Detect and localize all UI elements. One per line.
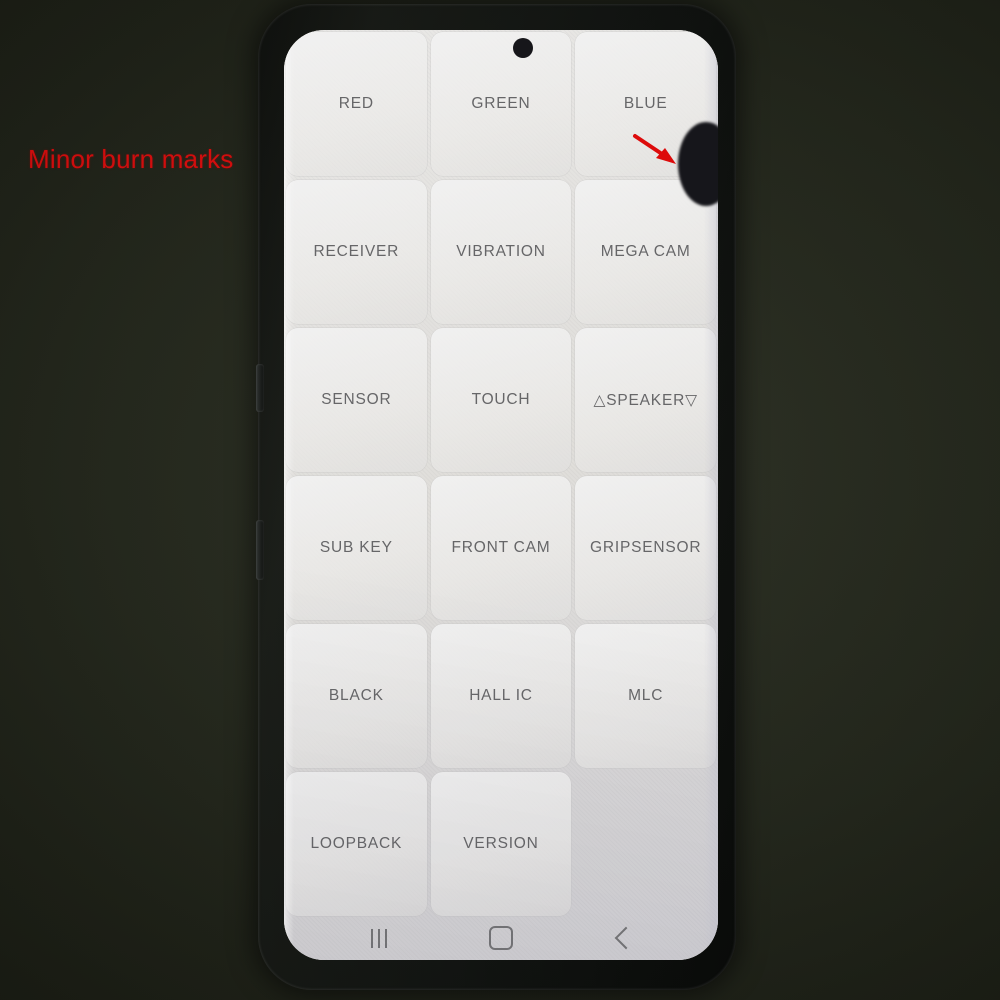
back-button[interactable] — [600, 918, 646, 958]
test-button-label: LOOPBACK — [310, 835, 403, 852]
test-button-label: △SPEAKER▽ — [593, 391, 698, 409]
test-button-front-cam[interactable]: FRONT CAM — [430, 476, 572, 620]
grid-cell-gripsensor[interactable]: GRIPSENSOR — [573, 474, 718, 622]
recents-button[interactable] — [356, 918, 402, 958]
test-button-label: SUB KEY — [319, 539, 393, 556]
grid-cell-sensor[interactable]: SENSOR — [284, 326, 429, 474]
home-icon — [489, 926, 513, 950]
grid-cell-red[interactable]: RED — [284, 30, 429, 178]
grid-cell-touch[interactable]: TOUCH — [429, 326, 574, 474]
test-button-label: VERSION — [463, 835, 539, 852]
test-button-speaker[interactable]: △SPEAKER▽ — [575, 328, 716, 472]
test-button-label: BLACK — [328, 687, 384, 704]
test-button-red[interactable]: RED — [286, 32, 427, 176]
test-button-label: RED — [338, 95, 374, 112]
arrow-pointer-icon — [633, 134, 676, 164]
grid-cell-sub-key[interactable]: SUB KEY — [284, 474, 429, 622]
test-button-label: VIBRATION — [456, 243, 546, 260]
grid-cell-version[interactable]: VERSION — [429, 770, 574, 918]
test-button-gripsensor[interactable]: GRIPSENSOR — [575, 476, 716, 620]
test-button-label: FRONT CAM — [451, 539, 551, 556]
test-button-version[interactable]: VERSION — [430, 772, 572, 916]
test-button-hall-ic[interactable]: HALL IC — [430, 624, 572, 768]
navigation-bar — [284, 918, 718, 960]
test-button-label: GREEN — [471, 95, 531, 112]
test-button-black[interactable]: BLACK — [286, 624, 427, 768]
punch-hole-camera-icon — [513, 38, 533, 58]
grid-cell-empty — [573, 770, 718, 918]
test-button-loopback[interactable]: LOOPBACK — [286, 772, 427, 916]
grid-cell-receiver[interactable]: RECEIVER — [284, 178, 429, 326]
power-button[interactable] — [256, 520, 264, 580]
grid-cell-hall-ic[interactable]: HALL IC — [429, 622, 574, 770]
test-button-label: HALL IC — [469, 687, 533, 704]
annotation-label: Minor burn marks — [28, 144, 234, 174]
test-button-vibration[interactable]: VIBRATION — [430, 180, 572, 324]
grid-cell-green[interactable]: GREEN — [429, 30, 574, 178]
test-button-sensor[interactable]: SENSOR — [286, 328, 427, 472]
test-button-label: SENSOR — [321, 391, 392, 408]
grid-cell-black[interactable]: BLACK — [284, 622, 429, 770]
test-button-green[interactable]: GREEN — [430, 32, 572, 176]
grid-cell-mlc[interactable]: MLC — [573, 622, 718, 770]
volume-rocker-button[interactable] — [256, 364, 264, 412]
home-button[interactable] — [478, 918, 524, 958]
test-button-label: BLUE — [623, 95, 668, 112]
test-button-receiver[interactable]: RECEIVER — [286, 180, 427, 324]
test-button-label: RECEIVER — [313, 243, 400, 260]
test-button-sub-key[interactable]: SUB KEY — [286, 476, 427, 620]
grid-cell-speaker[interactable]: △SPEAKER▽ — [573, 326, 718, 474]
photo-backdrop: Minor burn marks RED GREEN BLUE RECEIVER… — [0, 0, 1000, 1000]
test-button-label: GRIPSENSOR — [589, 539, 702, 556]
grid-cell-front-cam[interactable]: FRONT CAM — [429, 474, 574, 622]
test-button-label: TOUCH — [471, 391, 531, 408]
test-button-label: MEGA CAM — [600, 243, 691, 260]
test-button-mlc[interactable]: MLC — [575, 624, 716, 768]
grid-cell-loopback[interactable]: LOOPBACK — [284, 770, 429, 918]
grid-cell-vibration[interactable]: VIBRATION — [429, 178, 574, 326]
back-icon — [614, 926, 637, 950]
recents-icon — [371, 928, 387, 948]
test-button-touch[interactable]: TOUCH — [430, 328, 572, 472]
test-button-label: MLC — [628, 687, 664, 704]
